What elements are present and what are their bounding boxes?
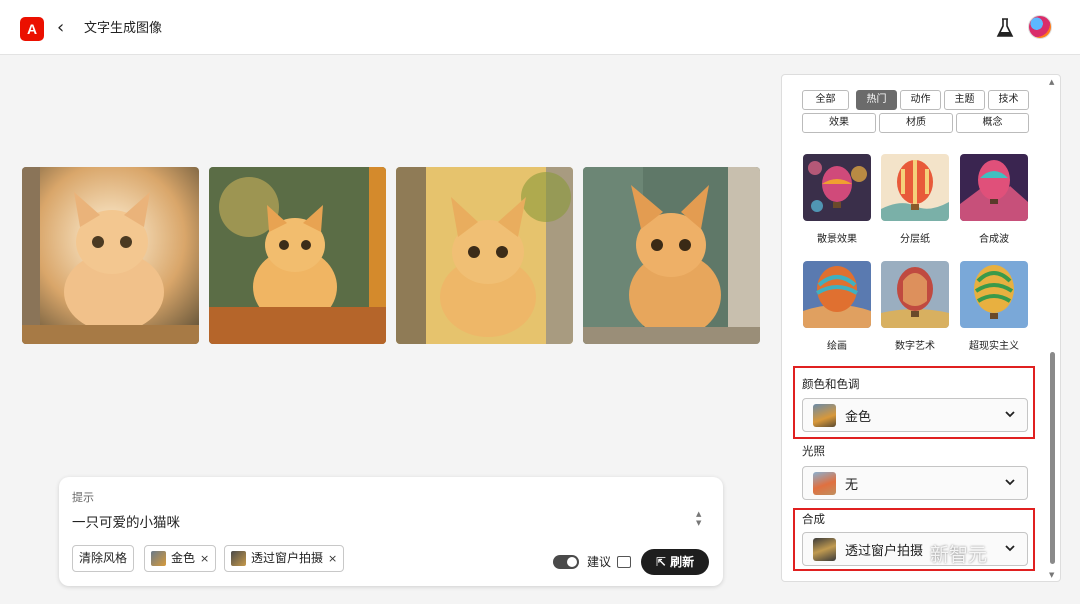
clear-style-label: 清除风格 bbox=[79, 551, 128, 565]
scroll-down-icon[interactable]: ▼ bbox=[1049, 571, 1054, 579]
color-tone-select[interactable]: 金色 bbox=[802, 398, 1028, 432]
style-thumbnail bbox=[881, 154, 949, 221]
filter-technique[interactable]: 技术 bbox=[988, 90, 1029, 110]
chevron-down-icon bbox=[1005, 479, 1015, 486]
style-card-digital-art[interactable]: 数字艺术 bbox=[881, 261, 949, 352]
balloon-thumbnail-icon bbox=[813, 403, 836, 427]
suggest-toggle[interactable] bbox=[553, 555, 579, 569]
select-value: 透过窗户拍摄 bbox=[845, 543, 924, 559]
flask-icon[interactable] bbox=[996, 18, 1014, 38]
style-label: 数字艺术 bbox=[895, 341, 935, 352]
refresh-button[interactable]: ⇱ 刷新 bbox=[641, 549, 709, 575]
filter-materials[interactable]: 材质 bbox=[879, 113, 953, 133]
style-card-synthwave[interactable]: 合成波 bbox=[960, 154, 1028, 245]
generated-image-1[interactable] bbox=[22, 167, 199, 344]
style-label: 分层纸 bbox=[900, 234, 930, 245]
chip-label: 透过窗户拍摄 bbox=[251, 551, 324, 565]
window-thumbnail-icon bbox=[813, 537, 836, 561]
filter-popular[interactable]: 热门 bbox=[856, 90, 897, 110]
composition-title: 合成 bbox=[802, 512, 825, 526]
lighting-title: 光照 bbox=[802, 444, 825, 458]
filter-concepts[interactable]: 概念 bbox=[956, 113, 1029, 133]
lighting-select[interactable]: 无 bbox=[802, 466, 1028, 500]
prompt-panel: 提示 一只可爱的小猫咪 ▲ ▼ 清除风格 金色 × 透过窗户拍摄 × 建议 ⇱ 刷… bbox=[59, 477, 723, 586]
chevron-left-icon[interactable]: ‹ bbox=[57, 16, 64, 40]
select-value: 金色 bbox=[845, 409, 872, 425]
style-card-surrealism[interactable]: 超现实主义 bbox=[960, 261, 1028, 352]
style-label: 超现实主义 bbox=[969, 341, 1019, 352]
style-thumbnail bbox=[881, 261, 949, 328]
style-label: 散景效果 bbox=[817, 234, 857, 245]
prompt-input[interactable]: 一只可爱的小猫咪 bbox=[72, 511, 180, 531]
scroll-up-icon[interactable]: ▲ bbox=[1049, 78, 1054, 86]
balloon-thumbnail-icon bbox=[813, 471, 836, 495]
adobe-logo[interactable]: A bbox=[20, 17, 44, 41]
composition-select[interactable]: 透过窗户拍摄 bbox=[802, 532, 1028, 566]
watermark: 新智元 bbox=[930, 544, 988, 566]
suggest-label: 建议 bbox=[587, 555, 612, 569]
kitten-image bbox=[22, 167, 199, 344]
generated-image-4[interactable] bbox=[583, 167, 760, 344]
refresh-label: 刷新 bbox=[670, 555, 695, 569]
chevron-down-icon bbox=[1005, 545, 1015, 552]
page-title: 文字生成图像 bbox=[84, 21, 163, 36]
scrollbar-thumb[interactable] bbox=[1050, 352, 1055, 564]
style-label: 合成波 bbox=[979, 234, 1009, 245]
select-value: 无 bbox=[845, 477, 859, 493]
avatar[interactable] bbox=[1028, 15, 1052, 39]
style-thumbnail bbox=[960, 261, 1028, 328]
generated-image-2[interactable] bbox=[209, 167, 386, 344]
style-thumbnail bbox=[960, 154, 1028, 221]
close-icon[interactable]: × bbox=[200, 546, 209, 571]
kitten-image bbox=[209, 167, 386, 344]
refresh-icon: ⇱ bbox=[655, 555, 671, 569]
clear-style-button[interactable]: 清除风格 bbox=[72, 545, 135, 572]
prompt-label: 提示 bbox=[72, 491, 94, 504]
style-chip-gold[interactable]: 金色 × bbox=[144, 545, 217, 572]
chip-label: 金色 bbox=[171, 551, 196, 565]
resize-handle-icon[interactable]: ▲ ▼ bbox=[696, 510, 701, 528]
filter-action[interactable]: 动作 bbox=[900, 90, 941, 110]
style-card-painting[interactable]: 绘画 bbox=[803, 261, 871, 352]
style-chip-window[interactable]: 透过窗户拍摄 × bbox=[224, 545, 345, 572]
style-card-bokeh[interactable]: 散景效果 bbox=[803, 154, 871, 245]
filter-all[interactable]: 全部 bbox=[802, 90, 849, 110]
style-thumbnail bbox=[803, 154, 871, 221]
style-label: 绘画 bbox=[827, 341, 847, 352]
style-panel: 全部 热门 动作 主题 技术 效果 材质 概念 散景效果 分层纸 合成波 绘画 … bbox=[781, 74, 1061, 582]
kitten-image bbox=[583, 167, 760, 344]
filter-theme[interactable]: 主题 bbox=[944, 90, 985, 110]
style-thumbnail bbox=[803, 261, 871, 328]
filter-effects[interactable]: 效果 bbox=[802, 113, 876, 133]
window-thumbnail-icon bbox=[231, 551, 246, 566]
style-card-layered-paper[interactable]: 分层纸 bbox=[881, 154, 949, 245]
balloon-thumbnail-icon bbox=[151, 551, 166, 566]
generated-image-3[interactable] bbox=[396, 167, 573, 344]
chevron-down-icon bbox=[1005, 411, 1015, 418]
close-icon[interactable]: × bbox=[328, 546, 337, 571]
image-check-icon[interactable] bbox=[617, 556, 631, 568]
kitten-image bbox=[396, 167, 573, 344]
color-tone-title: 颜色和色调 bbox=[802, 377, 860, 391]
top-bar: A ‹ 文字生成图像 bbox=[0, 0, 1080, 55]
